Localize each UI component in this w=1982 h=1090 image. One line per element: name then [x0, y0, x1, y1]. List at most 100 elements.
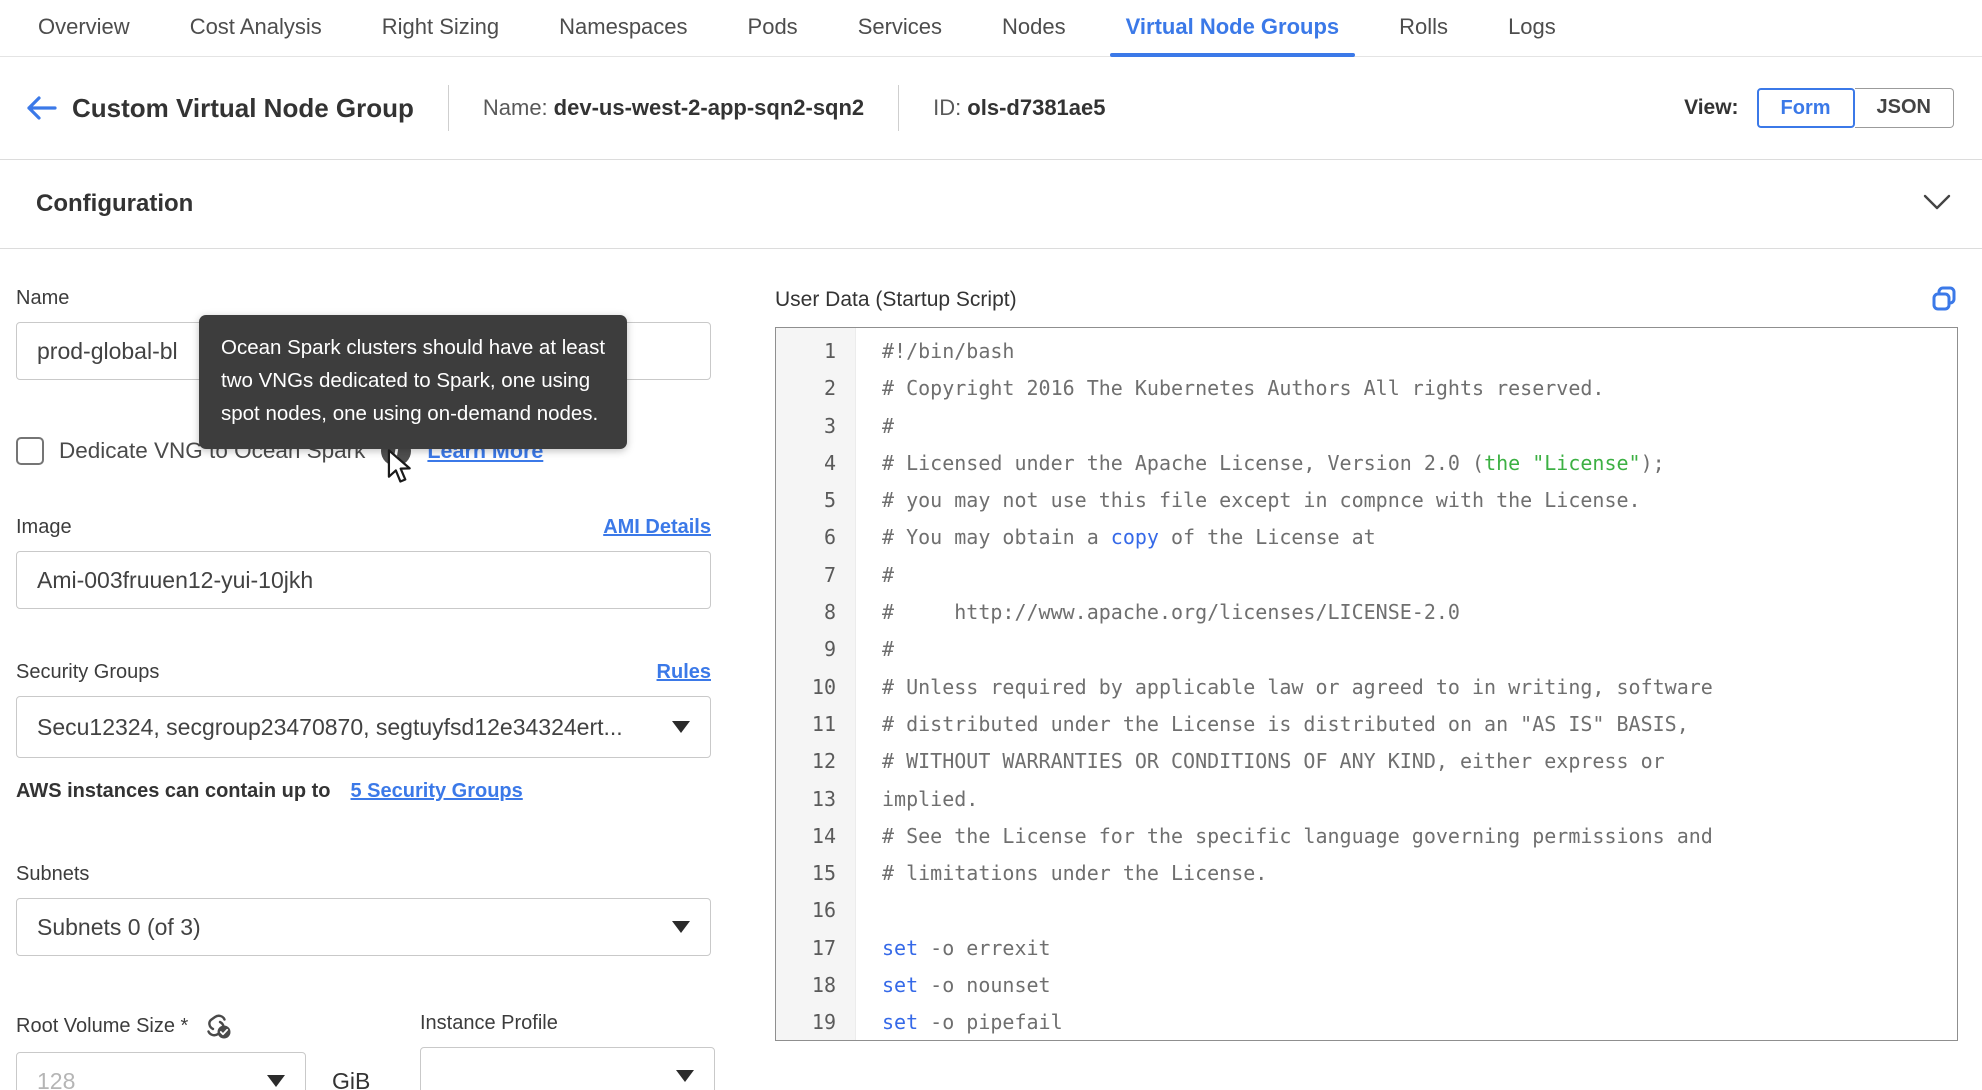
subnets-label: Subnets	[16, 863, 90, 885]
user-data-label: User Data (Startup Script)	[775, 288, 1017, 311]
line-number: 1	[823, 339, 836, 363]
code-line: 1 #!/bin/bash	[776, 333, 1957, 370]
code-text: # you may not use this file except in co…	[882, 488, 1641, 513]
back-arrow-icon[interactable]	[24, 91, 62, 125]
security-groups-field-group: Security Groups Rules Secu12324, secgrou…	[16, 661, 711, 803]
code-text: set -o pipefail	[882, 1010, 1063, 1035]
line-number: 11	[811, 711, 836, 736]
mouse-cursor	[388, 449, 412, 483]
code-line: 16	[776, 892, 1957, 929]
top-navigation: Overview Cost Analysis Right Sizing Name…	[0, 0, 1982, 57]
user-data-code-editor[interactable]: 1 #!/bin/bash 2 # Copyright 2016 The Kubern…	[775, 327, 1958, 1041]
code-text: # See the License for the specific langu…	[882, 823, 1713, 848]
code-line: 18 set -o nounset	[776, 967, 1957, 1004]
divider	[447, 85, 449, 131]
vng-id: ID: ols-d7381ae5	[933, 95, 1105, 121]
code-text: #	[882, 637, 895, 662]
line-number: 12	[811, 749, 836, 774]
tab-right-sizing[interactable]: Right Sizing	[380, 0, 501, 56]
tab-rolls[interactable]: Rolls	[1397, 0, 1450, 56]
line-number: 17	[811, 935, 836, 960]
rules-link[interactable]: Rules	[657, 661, 711, 684]
code-line: 17 set -o errexit	[776, 930, 1957, 967]
code-line: 14 # See the License for the specific lan…	[776, 818, 1957, 855]
code-text: # Copyright 2016 The Kubernetes Authors …	[882, 376, 1605, 401]
tab-cost-analysis[interactable]: Cost Analysis	[188, 0, 324, 56]
copy-icon[interactable]	[1930, 285, 1958, 315]
security-groups-caption: AWS instances can contain up to 5 Securi…	[16, 780, 711, 803]
tab-virtual-node-groups[interactable]: Virtual Node Groups	[1109, 0, 1355, 57]
code-line: 12 # WITHOUT WARRANTIES OR CONDITIONS OF …	[776, 743, 1957, 780]
tab-logs[interactable]: Logs	[1506, 0, 1558, 56]
subnets-dropdown[interactable]: Subnets 0 (of 3)	[16, 898, 711, 956]
code-line: 7 #	[776, 557, 1957, 594]
image-input[interactable]: Ami-003fruuen12-yui-10jkh	[16, 551, 711, 609]
code-text: implied.	[882, 786, 979, 811]
code-text: # distributed under the License is distr…	[882, 711, 1689, 736]
line-number: 15	[811, 861, 836, 886]
name-label: Name	[16, 287, 70, 309]
instance-profile-label: Instance Profile	[420, 1012, 558, 1034]
security-groups-dropdown[interactable]: Secu12324, secgroup23470870, segtuyfsd12…	[16, 696, 711, 758]
vng-id-value: ols-d7381ae5	[967, 95, 1106, 120]
tab-nodes[interactable]: Nodes	[1000, 0, 1068, 56]
root-volume-placeholder: 128	[37, 1067, 76, 1090]
instance-profile-dropdown[interactable]	[420, 1047, 715, 1090]
image-label: Image	[16, 516, 72, 538]
code-text: set -o errexit	[882, 935, 1051, 960]
configuration-title: Configuration	[36, 190, 194, 217]
instance-profile-field-group: Instance Profile	[420, 1012, 715, 1090]
tab-namespaces[interactable]: Namespaces	[557, 0, 689, 56]
code-text: #!/bin/bash	[882, 339, 1015, 363]
json-view-button[interactable]: JSON	[1854, 88, 1954, 128]
security-groups-label: Security Groups	[16, 661, 160, 683]
line-number: 4	[823, 450, 836, 475]
tab-services[interactable]: Services	[856, 0, 944, 56]
line-number: 5	[823, 488, 836, 513]
line-number: 13	[811, 786, 836, 811]
link-check-icon[interactable]	[202, 1012, 232, 1040]
line-number: 16	[811, 898, 836, 923]
five-security-groups-link[interactable]: 5 Security Groups	[351, 780, 523, 803]
image-field-group: Image AMI Details Ami-003fruuen12-yui-10…	[16, 516, 711, 609]
vng-name-value: dev-us-west-2-app-sqn2-sqn2	[553, 95, 865, 120]
ami-details-link[interactable]: AMI Details	[603, 516, 711, 539]
line-number: 10	[811, 674, 836, 699]
code-line: 6 # You may obtain a copy of the License …	[776, 519, 1957, 556]
code-text: # http://www.apache.org/licenses/LICENSE…	[882, 600, 1460, 625]
code-text: # You may obtain a copy of the License a…	[882, 525, 1376, 550]
line-number: 2	[823, 376, 836, 401]
page-header: Custom Virtual Node Group Name: dev-us-we…	[0, 57, 1982, 160]
caret-down-icon	[672, 921, 690, 933]
caret-down-icon	[676, 1070, 694, 1082]
line-number: 7	[823, 562, 836, 587]
root-volume-size-dropdown[interactable]: 128	[16, 1052, 306, 1090]
chevron-down-icon[interactable]	[1922, 193, 1952, 216]
line-number: 6	[823, 525, 836, 550]
view-toggle: Form JSON	[1756, 88, 1954, 128]
code-text: set -o nounset	[882, 973, 1051, 998]
vng-name-label: Name:	[482, 95, 548, 120]
root-volume-field-group: Root Volume Size * 128 GiB	[16, 1012, 406, 1090]
form-view-button[interactable]: Form	[1756, 88, 1855, 128]
code-line: 10 # Unless required by applicable law or…	[776, 669, 1957, 706]
user-data-panel: User Data (Startup Script) 1 #!/bin/bash 2…	[775, 285, 1958, 1090]
line-number: 3	[823, 413, 836, 438]
vng-name: Name: dev-us-west-2-app-sqn2-sqn2	[483, 95, 864, 121]
caret-down-icon	[672, 721, 690, 733]
tab-pods[interactable]: Pods	[746, 0, 800, 56]
configuration-section-header[interactable]: Configuration	[0, 160, 1982, 249]
dedicate-vng-checkbox[interactable]	[16, 437, 44, 465]
code-text: #	[882, 413, 895, 438]
code-line: 9 #	[776, 631, 1957, 668]
code-text: # WITHOUT WARRANTIES OR CONDITIONS OF AN…	[882, 749, 1665, 774]
tab-overview[interactable]: Overview	[36, 0, 132, 56]
page-title: Custom Virtual Node Group	[72, 92, 414, 123]
configuration-form: Name prod-global-bl Ocean Spark clusters…	[0, 249, 1982, 1090]
security-groups-value: Secu12324, secgroup23470870, segtuyfsd12…	[37, 713, 623, 740]
vng-id-label: ID:	[933, 95, 962, 120]
code-line: 3 #	[776, 408, 1957, 445]
line-number: 19	[811, 1010, 836, 1035]
name-field-group: Name prod-global-bl Ocean Spark clusters…	[16, 287, 711, 450]
